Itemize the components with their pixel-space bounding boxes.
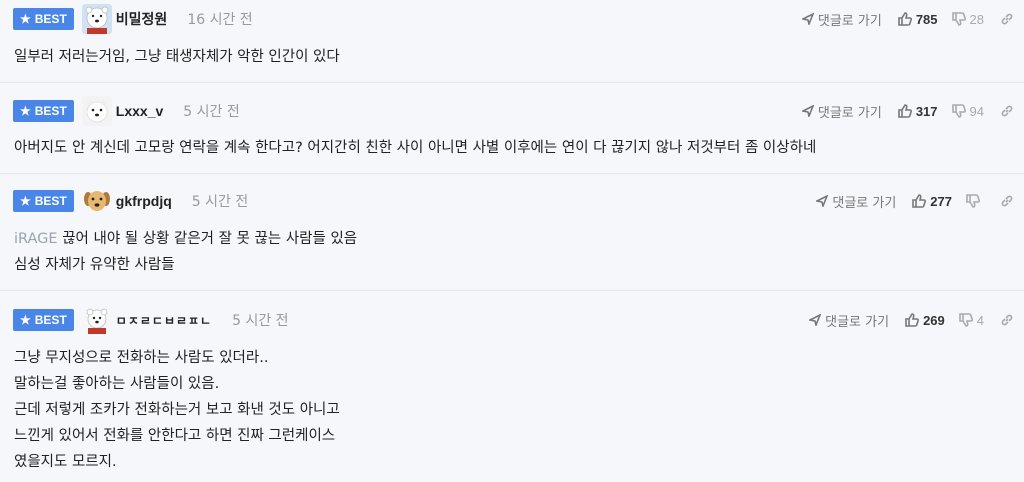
- go-to-reply-link[interactable]: 댓글로 가기: [816, 192, 896, 211]
- best-badge: ★ BEST: [13, 100, 74, 122]
- comment-body: 일부러 저러는거임, 그냥 태생자체가 악한 인간이 있다: [14, 49, 340, 65]
- timestamp: 16 시간 전: [187, 12, 253, 28]
- avatar[interactable]: [81, 186, 112, 216]
- comment-header: ★ BEST gkfrpdjq 5 시간 전 댓글로 가기 277: [13, 186, 1014, 216]
- thumbs-up-icon: [912, 194, 927, 208]
- comment-body: 아버지도 안 계신데 고모랑 연락을 계속 한다고? 어지간히 친한 사이 아니…: [14, 140, 817, 156]
- puppy-avatar-icon: [81, 186, 112, 216]
- send-icon: [801, 13, 814, 25]
- thumbs-down-icon: [951, 12, 966, 26]
- timestamp: 5 시간 전: [183, 104, 240, 120]
- author-name[interactable]: Lxxx_v: [116, 103, 163, 119]
- link-icon: [1001, 314, 1013, 326]
- polar-bear-avatar-icon: [81, 4, 112, 34]
- upvote-button[interactable]: 317: [898, 104, 938, 119]
- comment-item: ★ BEST ㅁㅈㄹㄷㅂㄹㅍㄴ 5 시간 전 댓글로 가기 269 4 그냥 무…: [0, 291, 1024, 482]
- comment-header: ★ BEST ㅁㅈㄹㄷㅂㄹㅍㄴ 5 시간 전 댓글로 가기 269 4: [13, 305, 1014, 335]
- go-to-reply-link[interactable]: 댓글로 가기: [801, 10, 882, 29]
- share-link-button[interactable]: [1000, 194, 1014, 208]
- best-badge: ★ BEST: [13, 8, 74, 30]
- upvote-button[interactable]: 269: [905, 313, 945, 328]
- avatar[interactable]: [81, 4, 112, 34]
- thumbs-down-icon: [958, 313, 973, 327]
- thumbs-down-icon: [951, 104, 966, 118]
- comment-actions: 댓글로 가기 785 28: [801, 10, 1014, 29]
- comment-header: ★ BEST 비밀정원 16 시간 전 댓글로 가기 785 28: [13, 4, 1014, 34]
- send-icon: [816, 195, 829, 207]
- share-link-button[interactable]: [1000, 12, 1014, 26]
- share-link-button[interactable]: [1000, 313, 1014, 327]
- thumbs-up-icon: [898, 104, 912, 118]
- link-icon: [1001, 195, 1013, 207]
- comment-actions: 댓글로 가기 269 4: [809, 311, 1014, 330]
- comment-item: ★ BEST gkfrpdjq 5 시간 전 댓글로 가기 277 iRAGE …: [0, 174, 1024, 291]
- white-dog-avatar-icon: [81, 96, 112, 126]
- star-icon: ★: [20, 194, 31, 208]
- link-icon: [1001, 105, 1013, 117]
- send-icon: [801, 105, 814, 117]
- upvote-button[interactable]: 785: [898, 12, 938, 27]
- timestamp: 5 시간 전: [232, 313, 289, 329]
- comment-header: ★ BEST Lxxx_v 5 시간 전 댓글로 가기 317 94: [13, 96, 1014, 126]
- send-icon: [809, 314, 822, 326]
- go-to-reply-link[interactable]: 댓글로 가기: [801, 102, 882, 121]
- go-to-reply-link[interactable]: 댓글로 가기: [809, 311, 889, 330]
- comment-item: ★ BEST 비밀정원 16 시간 전 댓글로 가기 785 28 일부러 저러…: [0, 0, 1024, 83]
- upvote-button[interactable]: 277: [912, 194, 952, 209]
- thumbs-down-icon: [966, 194, 980, 208]
- comment-body: 그냥 무지성으로 전화하는 사람도 있더라.. 말하는걸 좋아하는 사람들이 있…: [14, 350, 340, 470]
- thumbs-up-icon: [905, 313, 920, 327]
- downvote-button[interactable]: 94: [951, 104, 984, 119]
- thumbs-up-icon: [898, 12, 912, 26]
- comment-actions: 댓글로 가기 277: [816, 192, 1014, 211]
- star-icon: ★: [20, 313, 31, 327]
- share-link-button[interactable]: [1000, 104, 1014, 118]
- best-badge: ★ BEST: [13, 190, 74, 212]
- author-name[interactable]: 비밀정원: [116, 9, 168, 29]
- comment-item: ★ BEST Lxxx_v 5 시간 전 댓글로 가기 317 94 아버지도 …: [0, 83, 1024, 174]
- downvote-button[interactable]: 28: [951, 12, 984, 27]
- image-tag: iRAGE: [14, 231, 58, 247]
- star-icon: ★: [20, 12, 31, 26]
- comment-body: iRAGE 끊어 내야 될 상황 같은거 잘 못 끊는 사람들 있음 심성 자체…: [14, 231, 358, 273]
- polar-bear-avatar-icon: [81, 305, 112, 335]
- comment-actions: 댓글로 가기 317 94: [801, 102, 1014, 121]
- link-icon: [1001, 13, 1013, 25]
- downvote-button[interactable]: [966, 194, 984, 208]
- author-name[interactable]: gkfrpdjq: [116, 193, 172, 209]
- timestamp: 5 시간 전: [191, 194, 249, 210]
- author-name[interactable]: ㅁㅈㄹㄷㅂㄹㅍㄴ: [116, 312, 212, 329]
- best-badge: ★ BEST: [13, 309, 74, 331]
- star-icon: ★: [20, 104, 31, 118]
- avatar[interactable]: [81, 305, 112, 335]
- downvote-button[interactable]: 4: [958, 313, 984, 328]
- avatar[interactable]: [81, 96, 112, 126]
